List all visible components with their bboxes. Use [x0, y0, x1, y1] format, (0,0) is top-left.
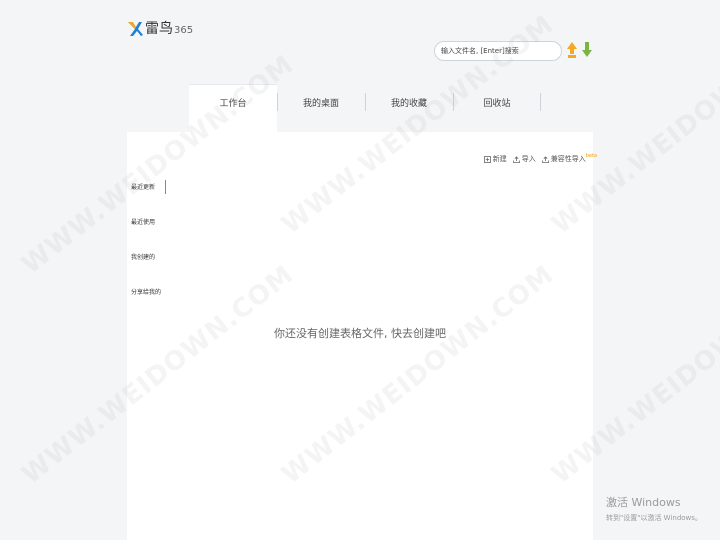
import-icon — [512, 155, 520, 163]
download-arrow-icon[interactable] — [582, 42, 592, 58]
side-menu: 最近更新 最近使用 我创建的 分享给我的 — [131, 180, 171, 322]
side-item-label: 最近更新 — [131, 184, 156, 191]
compat-import-label: 兼容性导入 — [550, 155, 586, 163]
search-input[interactable] — [434, 41, 562, 61]
side-item-label: 最近使用 — [131, 219, 156, 226]
new-button[interactable]: 新建 — [483, 154, 507, 164]
side-item-recently-used[interactable]: 最近使用 — [131, 217, 171, 252]
main-nav: 工作台 我的桌面 我的收藏 回收站 — [189, 84, 541, 132]
new-label: 新建 — [492, 155, 507, 163]
beta-badge: beta — [585, 153, 597, 159]
empty-state-message: 你还没有创建表格文件, 快去创建吧 — [274, 327, 446, 340]
windows-activation-notice: 激活 Windows 转到"设置"以激活 Windows。 — [606, 494, 702, 523]
side-item-shared-with-me[interactable]: 分享给我的 — [131, 287, 171, 322]
side-item-label: 我创建的 — [131, 254, 156, 261]
side-item-created-by-me[interactable]: 我创建的 — [131, 252, 171, 287]
tab-label: 我的收藏 — [390, 98, 427, 109]
tab-label: 我的桌面 — [302, 98, 339, 109]
app-version: 365 — [174, 25, 194, 36]
import-label: 导入 — [521, 155, 536, 163]
app-name: 雷鸟 — [145, 21, 173, 37]
toolbar: 新建 导入 兼容性导入 beta — [483, 153, 597, 164]
tab-recycle-bin[interactable]: 回收站 — [453, 84, 541, 132]
main-panel: 新建 导入 兼容性导入 beta 最近更新 最近使用 我创建的 分享给我的 你还… — [127, 132, 597, 540]
import-button[interactable]: 导入 — [512, 154, 536, 164]
new-file-icon — [483, 155, 491, 163]
tab-my-favorites[interactable]: 我的收藏 — [365, 84, 453, 132]
app-logo: 雷鸟 365 — [127, 20, 193, 38]
activation-subtitle: 转到"设置"以激活 Windows。 — [606, 514, 702, 522]
tab-label: 回收站 — [483, 98, 511, 109]
tab-label: 工作台 — [219, 99, 247, 109]
tab-my-desktop[interactable]: 我的桌面 — [277, 84, 365, 132]
compat-import-button[interactable]: 兼容性导入 beta — [541, 153, 597, 164]
activation-title: 激活 Windows — [606, 496, 681, 509]
tab-workbench[interactable]: 工作台 — [189, 84, 277, 132]
compat-import-icon — [541, 155, 549, 163]
side-item-recent-updates[interactable]: 最近更新 — [131, 180, 171, 217]
leaf-logo-icon — [128, 22, 143, 36]
upload-arrow-icon[interactable] — [567, 42, 577, 58]
side-item-label: 分享给我的 — [131, 289, 162, 296]
